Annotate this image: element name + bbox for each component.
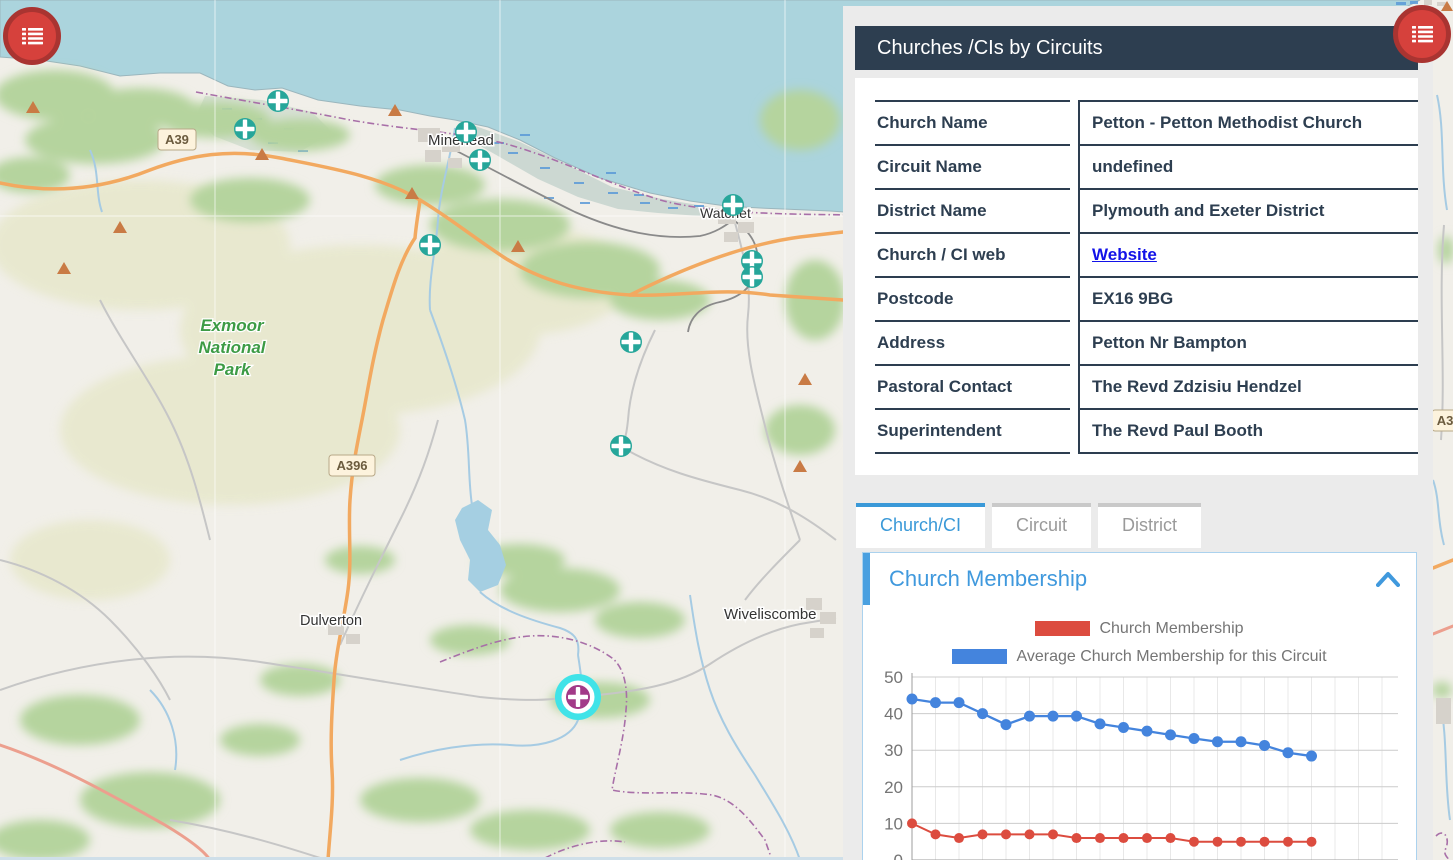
- detail-label: District Name: [875, 190, 1070, 234]
- svg-text:30: 30: [884, 741, 903, 760]
- svg-text:Exmoor: Exmoor: [200, 316, 265, 335]
- legend-swatch-average-membership: [952, 649, 1007, 664]
- church-marker[interactable]: [419, 234, 441, 256]
- chart-legend-row-2: Average Church Membership for this Circu…: [863, 647, 1416, 666]
- church-marker[interactable]: [610, 435, 632, 457]
- detail-label: Pastoral Contact: [875, 366, 1070, 410]
- church-marker[interactable]: [455, 121, 477, 143]
- map-label-dulverton: Dulverton: [300, 613, 362, 629]
- svg-text:0: 0: [894, 851, 903, 860]
- svg-text:20: 20: [884, 778, 903, 797]
- road-shield-a396: A396: [336, 458, 367, 473]
- detail-value[interactable]: Website: [1078, 234, 1418, 278]
- selected-church-marker[interactable]: [555, 674, 601, 720]
- legend-label: Church Membership: [1099, 620, 1243, 638]
- detail-label: Circuit Name: [875, 146, 1070, 190]
- website-link[interactable]: Website: [1092, 245, 1157, 264]
- tab-church-ci[interactable]: Church/CI: [856, 503, 985, 548]
- details-table: Church NamePetton - Petton Methodist Chu…: [875, 100, 1418, 454]
- list-icon: [22, 26, 43, 46]
- tab-district[interactable]: District: [1098, 503, 1201, 548]
- svg-text:10: 10: [884, 814, 903, 833]
- details-panel: Churches /CIs by Circuits Church NamePet…: [843, 6, 1433, 860]
- legend-toggle-button-left[interactable]: [3, 7, 61, 65]
- legend-label: Average Church Membership for this Circu…: [1016, 648, 1326, 666]
- church-marker[interactable]: [722, 194, 744, 216]
- detail-label: Address: [875, 322, 1070, 366]
- church-marker[interactable]: [267, 90, 289, 112]
- detail-label: Church / CI web: [875, 234, 1070, 278]
- accordion-title: Church Membership: [889, 566, 1376, 592]
- church-marker[interactable]: [620, 331, 642, 353]
- svg-text:40: 40: [884, 705, 903, 724]
- detail-value: Plymouth and Exeter District: [1078, 190, 1418, 234]
- tab-circuit[interactable]: Circuit: [992, 503, 1091, 548]
- svg-text:National: National: [198, 338, 266, 357]
- membership-line-chart: 0 10 20 30 40 50: [863, 668, 1410, 860]
- road-shield-a39: A39: [165, 132, 189, 147]
- detail-value: Petton - Petton Methodist Church: [1078, 100, 1418, 146]
- detail-value: The Revd Zdzisiu Hendzel: [1078, 366, 1418, 410]
- panel-tabs: Church/CICircuitDistrict: [856, 503, 1433, 548]
- panel-title-text: Churches /CIs by Circuits: [877, 37, 1103, 60]
- detail-value: The Revd Paul Booth: [1078, 410, 1418, 454]
- list-icon: [1412, 24, 1433, 44]
- app-screen: A39 A396 A3 Minehead Watchet Dulverton W…: [0, 0, 1453, 860]
- membership-accordion: Church Membership Church Membership Aver…: [862, 552, 1417, 860]
- detail-label: Church Name: [875, 100, 1070, 146]
- detail-label: Superintendent: [875, 410, 1070, 454]
- panel-title: Churches /CIs by Circuits: [855, 26, 1418, 70]
- accordion-header[interactable]: Church Membership: [863, 553, 1416, 605]
- road-shield-a3: A3: [1437, 413, 1453, 428]
- church-marker[interactable]: [469, 149, 491, 171]
- detail-value: EX16 9BG: [1078, 278, 1418, 322]
- legend-toggle-button-right[interactable]: [1393, 5, 1451, 63]
- details-card: Church NamePetton - Petton Methodist Chu…: [855, 78, 1418, 475]
- detail-value: Petton Nr Bampton: [1078, 322, 1418, 366]
- svg-text:50: 50: [884, 668, 903, 687]
- detail-label: Postcode: [875, 278, 1070, 322]
- detail-value: undefined: [1078, 146, 1418, 190]
- legend-swatch-church-membership: [1035, 621, 1090, 636]
- chevron-up-icon: [1376, 571, 1400, 587]
- church-marker[interactable]: [234, 118, 256, 140]
- chart-legend-row-1: Church Membership: [863, 619, 1416, 638]
- church-marker[interactable]: [741, 266, 763, 288]
- svg-text:Park: Park: [214, 360, 252, 379]
- map-label-wiveliscombe: Wiveliscombe: [724, 606, 817, 623]
